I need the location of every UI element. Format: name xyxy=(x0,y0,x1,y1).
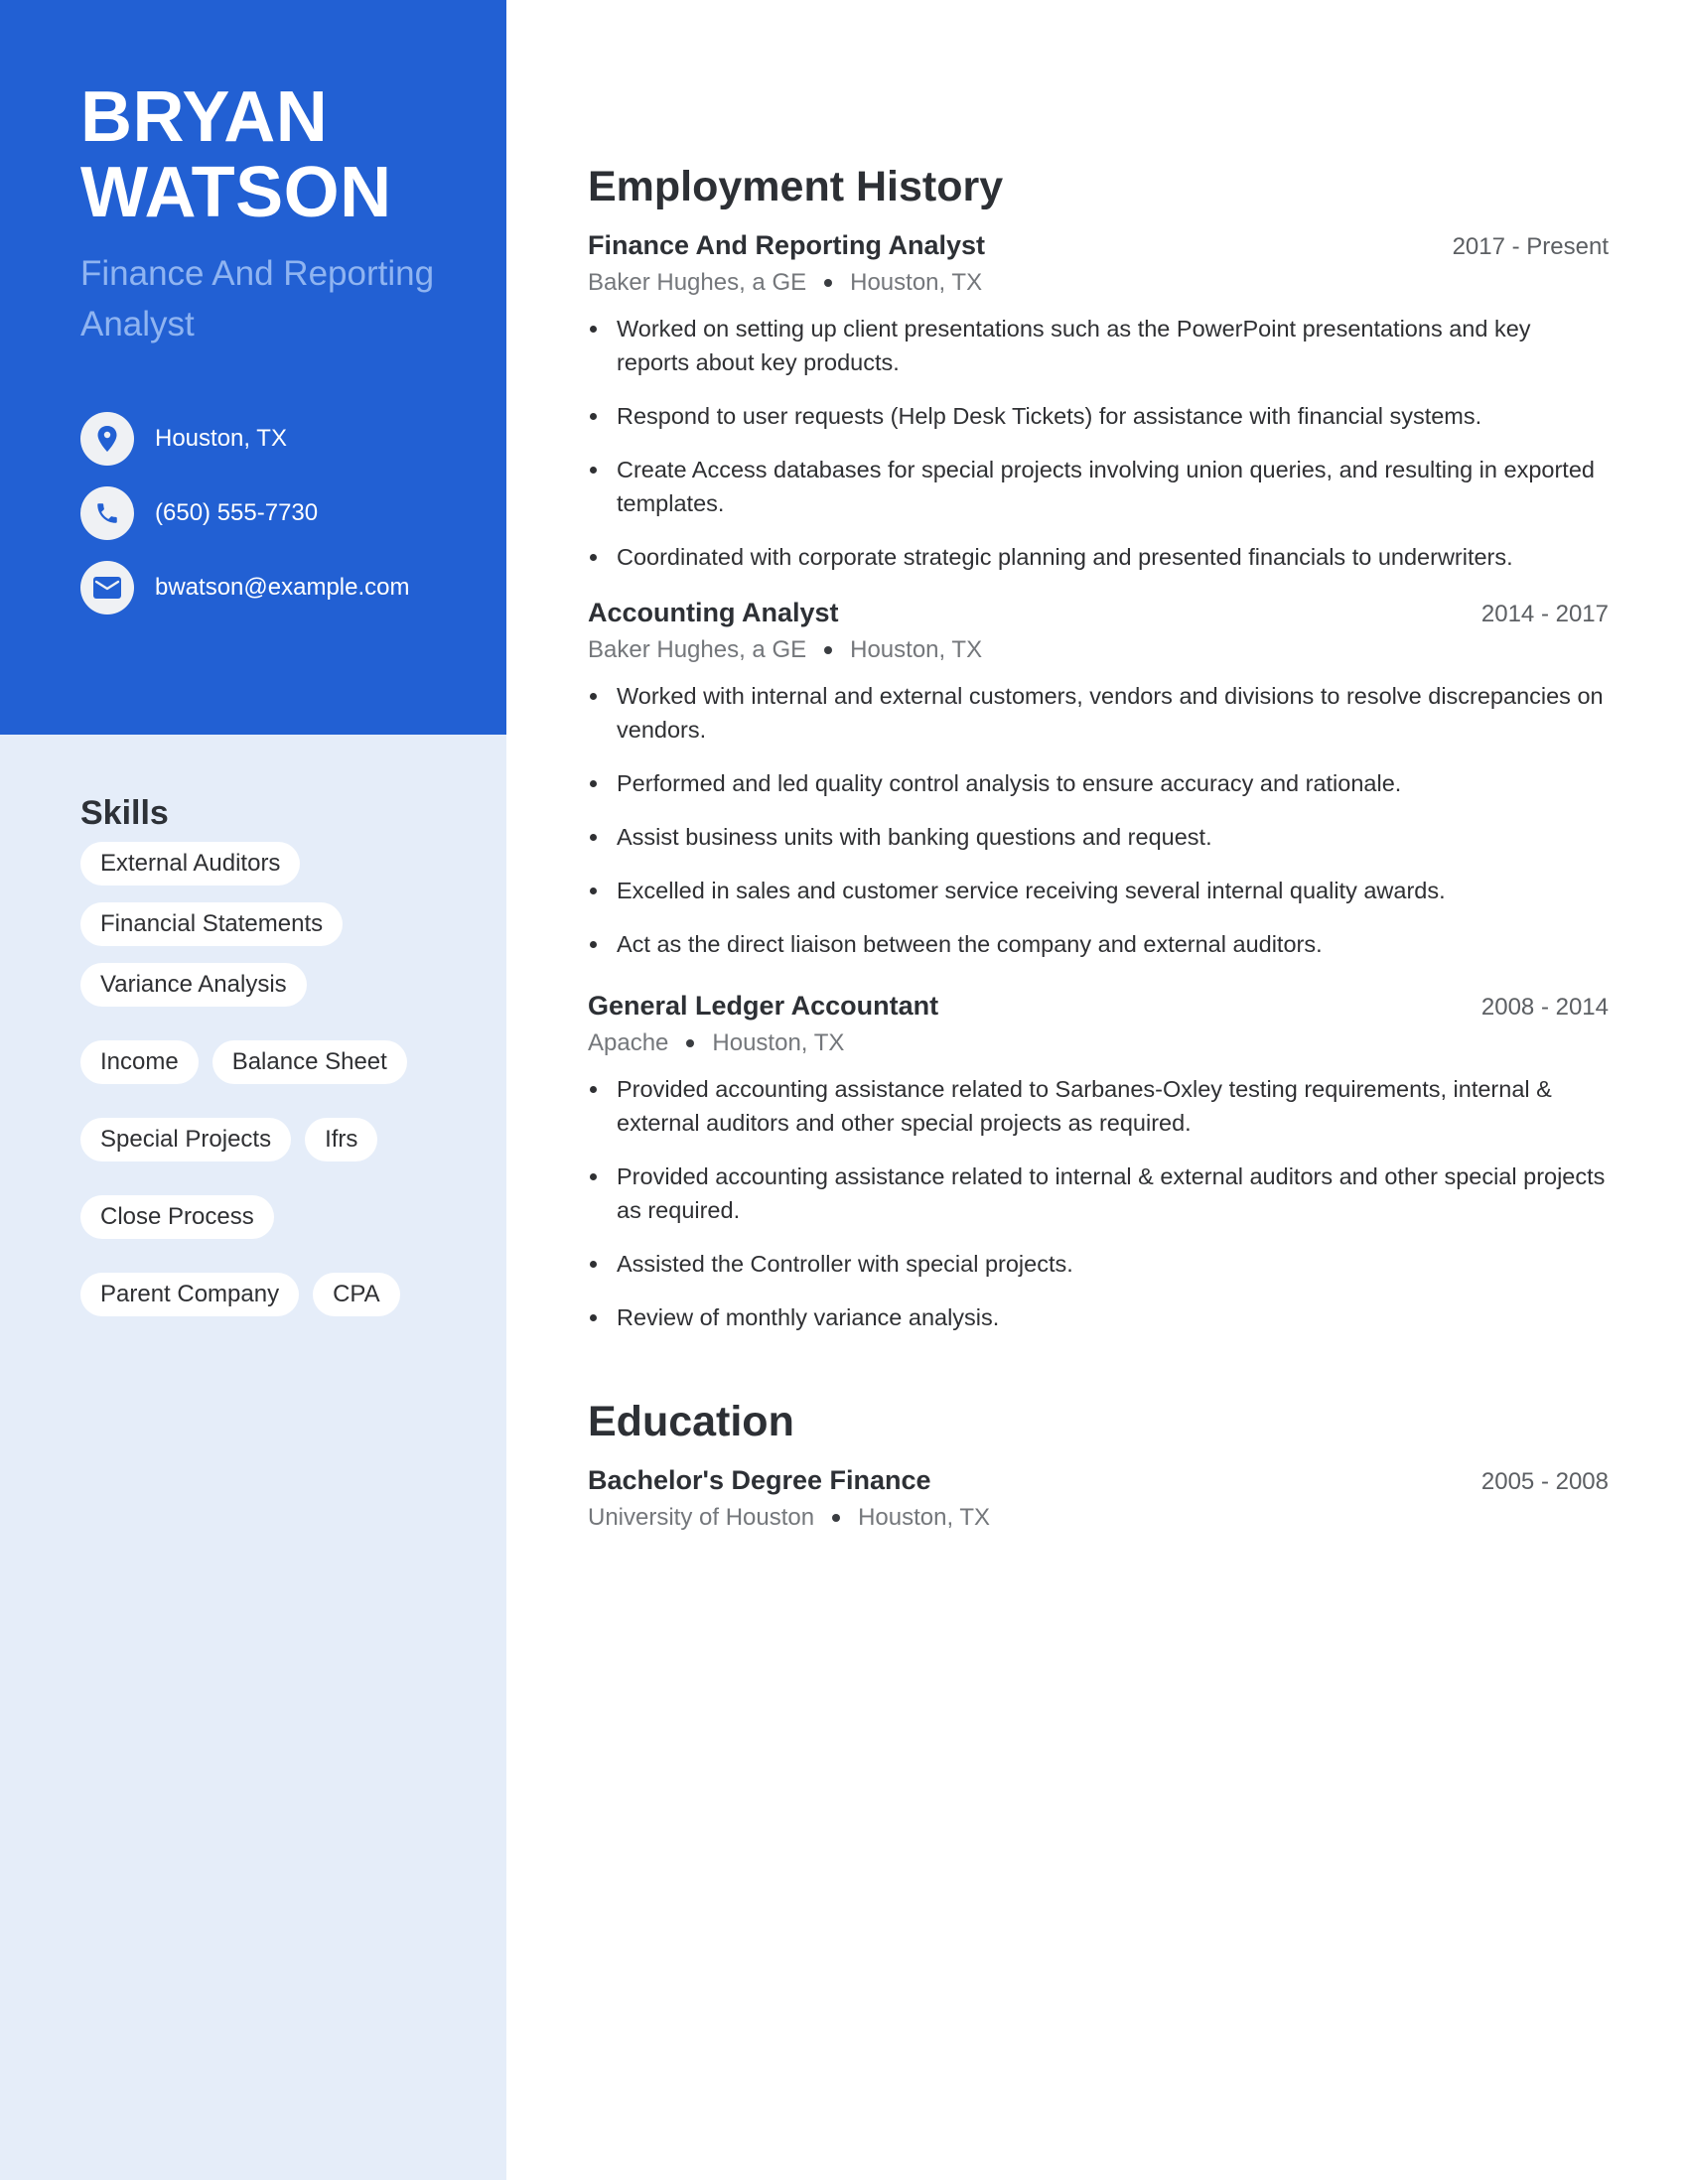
sidebar-header: BRYAN WATSON Finance And Reporting Analy… xyxy=(0,0,506,735)
education-meta: University of Houston Houston, TX xyxy=(588,1499,1609,1537)
skill-pill: Financial Statements xyxy=(80,902,344,946)
job-dates: 2008 - 2014 xyxy=(1480,994,1609,1021)
skill-pill: Parent Company xyxy=(80,1273,300,1316)
skills-list: External Auditors Financial Statements V… xyxy=(80,842,468,1316)
contact-phone: (650) 555-7730 xyxy=(80,486,409,540)
job-role: Accounting Analyst xyxy=(588,598,839,627)
contact-location-text: Houston, TX xyxy=(155,425,287,452)
job-bullet: Act as the direct liaison between the co… xyxy=(588,927,1609,961)
job-header: General Ledger Accountant 2008 - 2014 xyxy=(588,987,1609,1024)
job-bullet: Assisted the Controller with special pro… xyxy=(588,1247,1609,1281)
job-bullet: Review of monthly variance analysis. xyxy=(588,1300,1609,1334)
separator-dot xyxy=(832,1514,841,1522)
job-dates: 2014 - 2017 xyxy=(1480,601,1609,627)
candidate-job-title: Finance And Reporting Analyst xyxy=(80,254,435,343)
sidebar: BRYAN WATSON Finance And Reporting Analy… xyxy=(0,0,506,2180)
job-role: Finance And Reporting Analyst xyxy=(588,230,986,260)
location-pin-icon xyxy=(80,412,134,466)
mail-icon xyxy=(80,561,134,614)
first-name: BRYAN xyxy=(80,77,329,157)
skill-pill: Income xyxy=(80,1040,199,1084)
job-header: Accounting Analyst 2014 - 2017 xyxy=(588,594,1609,631)
job-bullet: Assist business units with banking quest… xyxy=(588,820,1609,854)
job-meta: Baker Hughes, a GE Houston, TX xyxy=(588,631,1609,669)
education-degree: Bachelor's Degree Finance xyxy=(588,1465,931,1495)
contact-location: Houston, TX xyxy=(80,412,409,466)
skill-pill: CPA xyxy=(313,1273,400,1316)
skill-pill: Balance Sheet xyxy=(211,1040,407,1084)
skill-pill: Ifrs xyxy=(305,1118,378,1161)
job-meta: Baker Hughes, a GE Houston, TX xyxy=(588,264,1609,302)
education-dates: 2005 - 2008 xyxy=(1480,1468,1609,1495)
skill-pill: Special Projects xyxy=(80,1118,292,1161)
job-location: Houston, TX xyxy=(712,1029,845,1056)
job-bullet: Performed and led quality control analys… xyxy=(588,766,1609,800)
contact-phone-text: (650) 555-7730 xyxy=(155,499,319,526)
job-location: Houston, TX xyxy=(850,636,983,663)
job-entry: General Ledger Accountant 2008 - 2014 Ap… xyxy=(588,987,1609,1334)
job-bullet: Provided accounting assistance related t… xyxy=(588,1072,1609,1140)
education-section: Education Bachelor's Degree Finance 2005… xyxy=(588,1394,1609,1537)
main-content: Employment History Finance And Reporting… xyxy=(588,159,1609,1537)
contact-email: bwatson@example.com xyxy=(80,561,409,614)
job-header: Finance And Reporting Analyst 2017 - Pre… xyxy=(588,226,1609,264)
education-heading: Education xyxy=(588,1398,794,1445)
skill-pill: External Auditors xyxy=(80,842,301,886)
job-bullet: Excelled in sales and customer service r… xyxy=(588,874,1609,907)
contact-list: Houston, TX (650) 555-7730 bwatson@examp… xyxy=(80,412,409,635)
education-school: University of Houston xyxy=(588,1504,815,1531)
skill-pill: Variance Analysis xyxy=(80,963,307,1007)
job-company: Baker Hughes, a GE xyxy=(588,636,807,663)
job-role: General Ledger Accountant xyxy=(588,991,939,1021)
job-bullet: Worked on setting up client presentation… xyxy=(588,312,1609,379)
skills-heading: Skills xyxy=(80,794,169,832)
separator-dot xyxy=(686,1039,695,1047)
education-header: Bachelor's Degree Finance 2005 - 2008 xyxy=(588,1461,1609,1499)
job-company: Apache xyxy=(588,1029,669,1056)
job-dates: 2017 - Present xyxy=(1452,233,1609,260)
contact-email-text: bwatson@example.com xyxy=(155,574,410,601)
separator-dot xyxy=(824,279,833,287)
last-name: WATSON xyxy=(80,153,392,232)
job-company: Baker Hughes, a GE xyxy=(588,269,807,296)
job-bullets: Worked with internal and external custom… xyxy=(588,679,1609,961)
job-bullet: Coordinated with corporate strategic pla… xyxy=(588,540,1609,574)
employment-heading: Employment History xyxy=(588,163,1004,210)
job-entry: Accounting Analyst 2014 - 2017 Baker Hug… xyxy=(588,594,1609,961)
skill-pill: Close Process xyxy=(80,1195,274,1239)
job-entry: Finance And Reporting Analyst 2017 - Pre… xyxy=(588,226,1609,574)
job-bullet: Provided accounting assistance related t… xyxy=(588,1160,1609,1227)
education-location: Houston, TX xyxy=(858,1504,991,1531)
separator-dot xyxy=(824,646,833,654)
job-location: Houston, TX xyxy=(850,269,983,296)
job-bullet: Respond to user requests (Help Desk Tick… xyxy=(588,399,1609,433)
job-bullets: Provided accounting assistance related t… xyxy=(588,1072,1609,1334)
phone-icon xyxy=(80,486,134,540)
job-bullet: Create Access databases for special proj… xyxy=(588,453,1609,520)
education-entry: Bachelor's Degree Finance 2005 - 2008 Un… xyxy=(588,1461,1609,1537)
candidate-name: BRYAN WATSON xyxy=(80,79,392,230)
job-bullets: Worked on setting up client presentation… xyxy=(588,312,1609,574)
job-meta: Apache Houston, TX xyxy=(588,1024,1609,1062)
job-bullet: Worked with internal and external custom… xyxy=(588,679,1609,747)
